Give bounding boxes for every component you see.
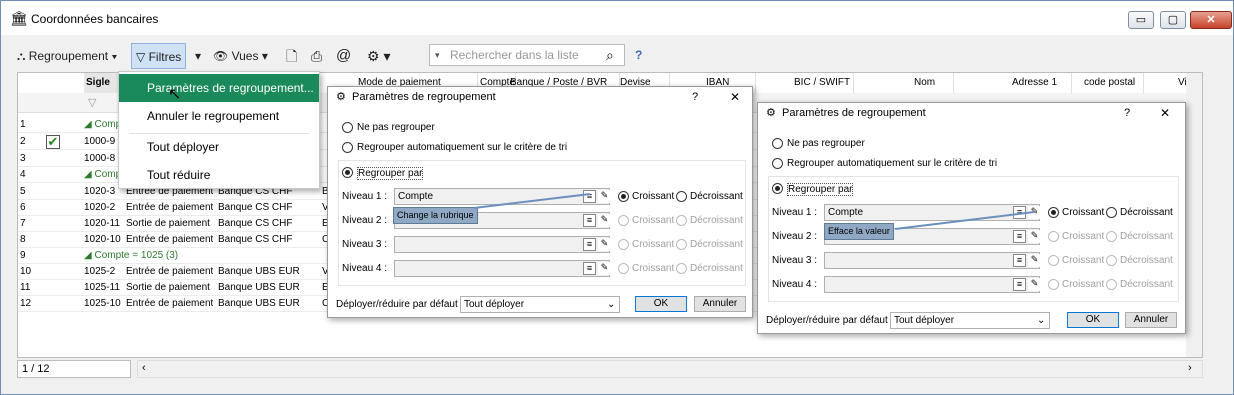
annotation-arrows	[473, 193, 1035, 230]
arrow-line	[473, 193, 591, 209]
arrow-line	[894, 211, 1035, 230]
